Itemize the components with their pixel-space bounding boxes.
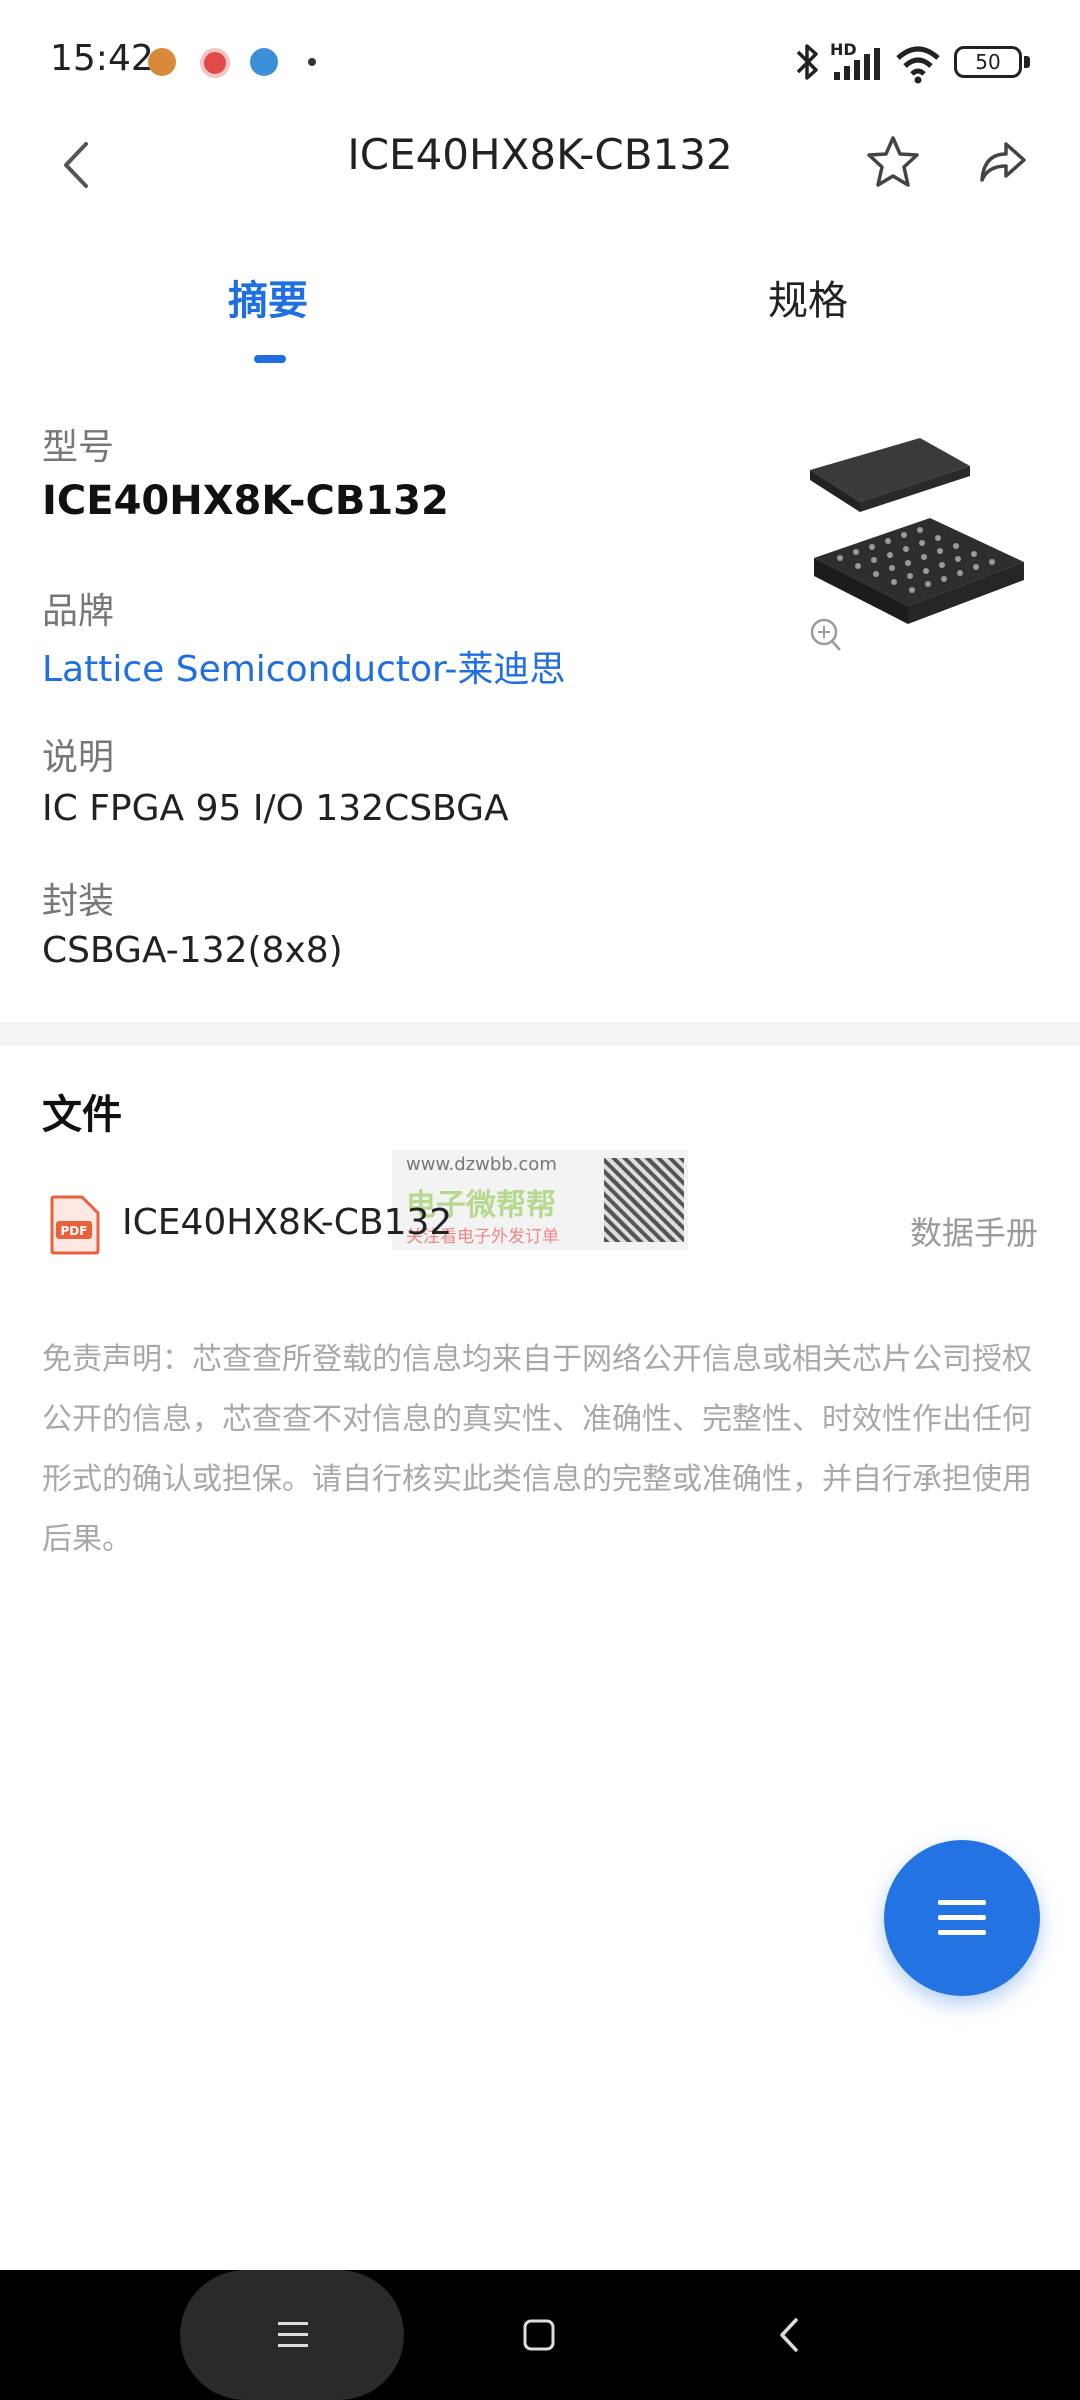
nav-back-icon[interactable] <box>776 2316 800 2354</box>
file-name[interactable]: ICE40HX8K-CB132 <box>122 1202 452 1243</box>
files-section-title: 文件 <box>42 1092 122 1138</box>
bluetooth-icon <box>796 44 818 80</box>
watermark-url: www.dzwbb.com <box>406 1154 557 1175</box>
description-value: IC FPGA 95 I/O 132CSBGA <box>42 788 509 829</box>
notification-app-icon <box>148 48 176 76</box>
recent-apps-icon <box>278 2322 308 2347</box>
section-divider <box>0 1022 1080 1046</box>
battery-tip <box>1024 56 1030 68</box>
notification-app-icon <box>200 48 230 78</box>
menu-fab-button[interactable] <box>884 1840 1040 1996</box>
qr-code <box>604 1158 684 1242</box>
svg-text:PDF: PDF <box>61 1224 88 1238</box>
file-type-label: 数据手册 <box>909 1214 1038 1252</box>
model-label: 型号 <box>42 427 115 468</box>
battery-indicator: 50 <box>954 46 1022 78</box>
tab-summary[interactable]: 摘要 <box>228 268 308 326</box>
notification-app-icon <box>250 48 278 76</box>
disclaimer-text: 免责声明：芯查查所登载的信息均来自于网络公开信息或相关芯片公司授权公开的信息，芯… <box>42 1342 1032 1557</box>
file-row[interactable]: PDF <box>48 1195 100 1255</box>
wifi-icon <box>896 46 940 84</box>
product-image[interactable] <box>800 430 1036 660</box>
pdf-file-icon: PDF <box>50 1195 100 1255</box>
brand-label: 品牌 <box>42 591 115 632</box>
description-label: 说明 <box>42 737 115 778</box>
share-icon[interactable] <box>976 138 1030 186</box>
menu-icon <box>938 1900 986 1935</box>
tab-specs[interactable]: 规格 <box>768 268 848 326</box>
model-value: ICE40HX8K-CB132 <box>42 478 449 524</box>
more-notifications-dot <box>308 58 316 66</box>
status-time: 15:42 <box>50 38 154 79</box>
package-value: CSBGA-132(8x8) <box>42 930 343 971</box>
signal-icon <box>834 48 880 80</box>
package-label: 封装 <box>42 881 115 922</box>
star-icon[interactable] <box>864 134 922 190</box>
tab-active-indicator <box>254 355 286 363</box>
nav-menu-button[interactable] <box>180 2270 404 2400</box>
home-icon[interactable] <box>522 2318 556 2352</box>
brand-link[interactable]: Lattice Semiconductor-莱迪思 <box>42 640 566 692</box>
